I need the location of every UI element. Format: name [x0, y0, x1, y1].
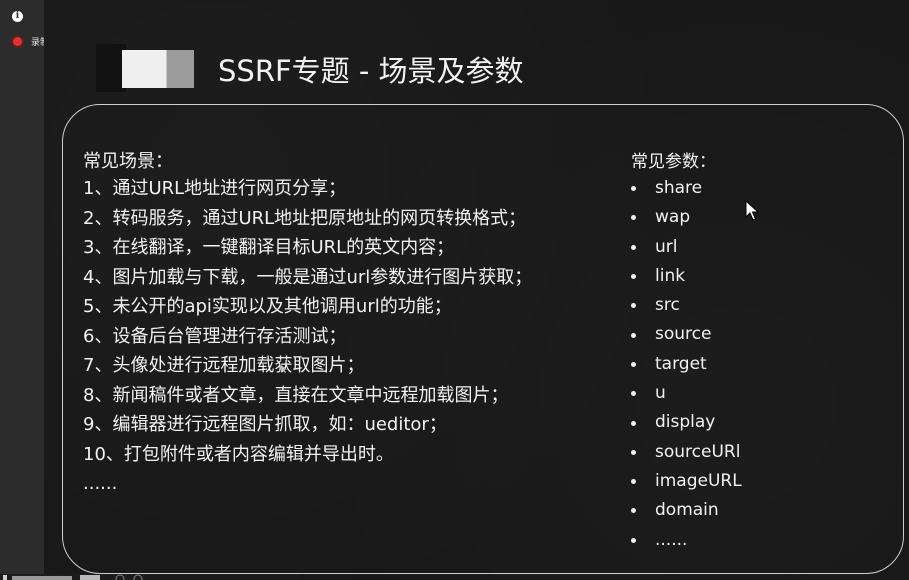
info-icon[interactable]: i	[12, 11, 23, 22]
params-list: share wap url link src source target u d…	[631, 174, 742, 555]
bullet-icon	[631, 332, 636, 338]
scenarios-header: 常见场景：	[83, 151, 173, 172]
scenario-item: 5、未公开的api实现以及其他调用url的功能；	[83, 296, 452, 317]
scenario-item: 3、在线翻译，一键翻译目标URL的英文内容；	[83, 237, 455, 258]
bullet-icon	[631, 537, 636, 543]
param-item: link	[631, 262, 742, 291]
param-label: u	[655, 383, 666, 404]
slide-title: SSRF专题 - 场景及参数	[218, 54, 524, 88]
taskbar-strip	[0, 574, 300, 580]
param-item: share	[631, 174, 742, 203]
bullet-icon	[631, 420, 636, 426]
param-item: u	[631, 379, 742, 408]
bullet-icon	[631, 361, 636, 367]
param-label: share	[655, 178, 703, 198]
param-label: display	[655, 412, 716, 433]
params-header: 常见参数：	[631, 152, 716, 172]
bullet-icon	[631, 391, 636, 397]
scenarios-list: 1、通过URL地址进行网页分享； 2、转码服务，通过URL地址把原地址的网页转换…	[83, 174, 532, 499]
param-item: sourceURl	[631, 438, 742, 467]
param-item: domain	[631, 496, 742, 525]
scenario-ellipsis: ......	[83, 473, 118, 494]
recording-indicator-icon	[13, 37, 22, 46]
param-label: domain	[655, 500, 719, 521]
scenario-item: 1、通过URL地址进行网页分享；	[83, 178, 347, 199]
title-decoration	[122, 50, 194, 88]
param-item: source	[631, 320, 742, 349]
param-item: ......	[631, 526, 742, 555]
bullet-icon	[631, 449, 636, 455]
param-item: display	[631, 408, 742, 437]
scenario-item: 2、转码服务，通过URL地址把原地址的网页转换格式；	[83, 207, 527, 229]
param-item: src	[631, 291, 742, 320]
param-label: imageURL	[655, 470, 742, 491]
scenario-item: 7、头像处进行远程加载获取图片；	[83, 355, 365, 376]
param-label: url	[655, 236, 678, 257]
bullet-icon	[631, 186, 636, 192]
scenario-item: 8、新闻稿件或者文章，直接在文章中远程加载图片；	[83, 384, 509, 406]
bullet-icon	[631, 274, 636, 280]
param-item: wap	[631, 203, 742, 232]
recorder-sidebar: i 录制中	[0, 0, 58, 580]
scenario-item: 6、设备后台管理进行存活测试；	[83, 325, 347, 347]
param-label: sourceURl	[655, 441, 741, 462]
bullet-icon	[631, 244, 636, 250]
param-label: source	[655, 324, 712, 345]
bullet-icon	[631, 215, 636, 221]
param-label: src	[655, 295, 680, 316]
param-label: link	[655, 265, 686, 286]
param-item: imageURL	[631, 467, 742, 496]
param-item: url	[631, 233, 742, 262]
pointer-marker-icon	[281, 365, 287, 373]
param-item: target	[631, 350, 742, 379]
param-label: ......	[655, 529, 688, 550]
scenario-item: 9、编辑器进行远程图片抓取，如：ueditor；	[83, 414, 447, 435]
param-label: wap	[655, 207, 691, 228]
bullet-icon	[631, 303, 636, 309]
scenario-item: 10、打包附件或者内容编辑并导出时。	[83, 443, 394, 465]
bullet-icon	[631, 479, 636, 485]
mouse-cursor-icon	[745, 200, 760, 221]
bullet-icon	[631, 508, 636, 514]
param-label: target	[655, 353, 707, 374]
scenario-item: 4、图片加载与下载，一般是通过url参数进行图片获取；	[83, 266, 533, 288]
